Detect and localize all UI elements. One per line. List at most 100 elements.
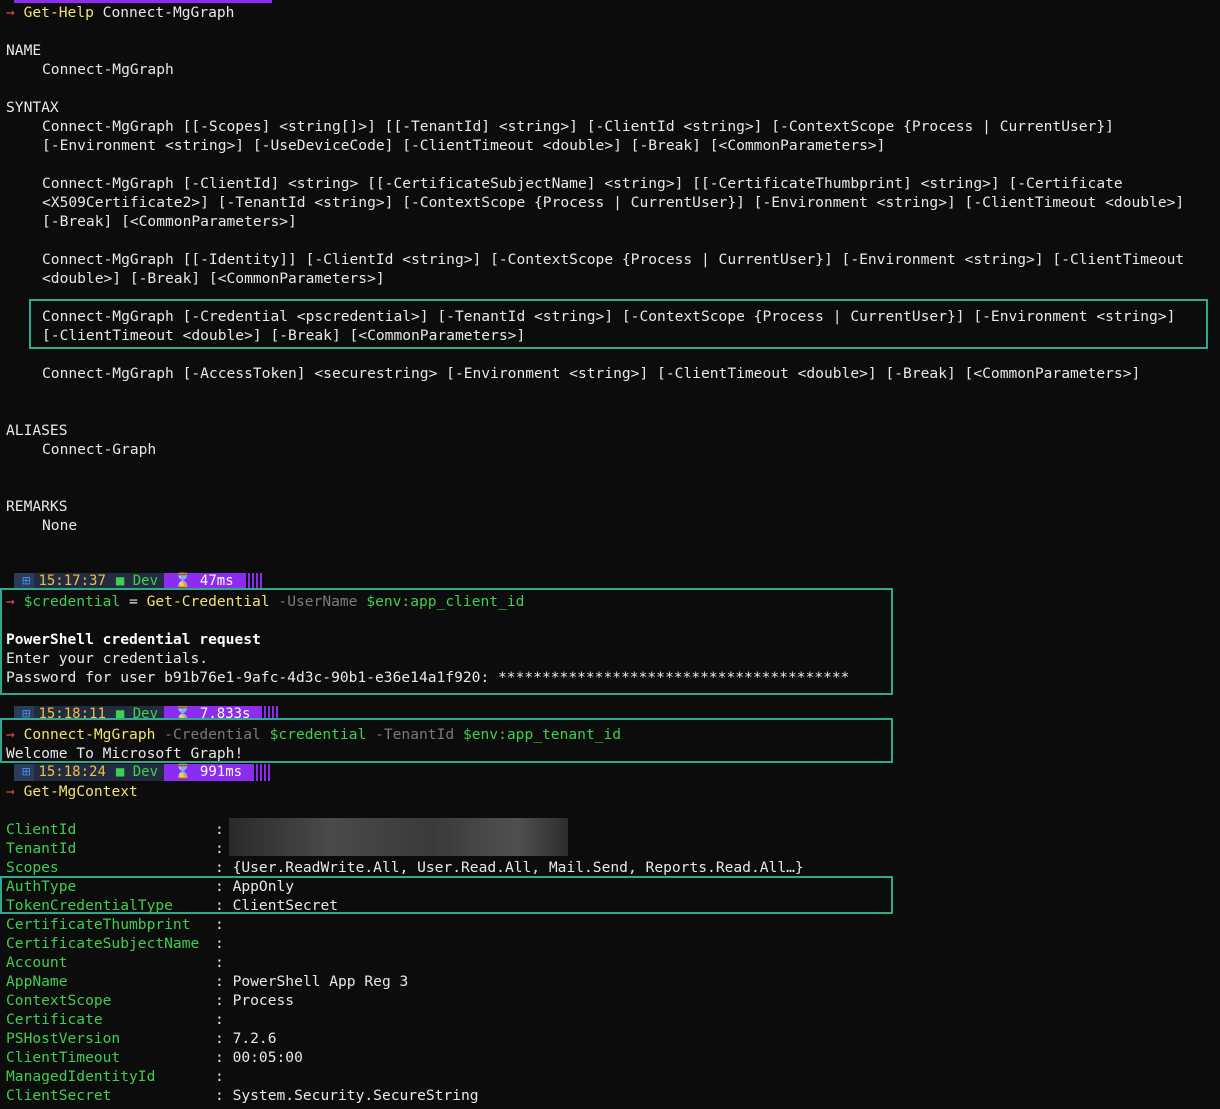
cmdlet-name: Get-Help <box>23 4 94 21</box>
prompt-time: 15:18:24 <box>34 764 114 781</box>
prompt-directory: ■ Dev <box>113 764 165 781</box>
credential-request-title: PowerShell credential request <box>6 631 261 648</box>
context-key: Certificate <box>6 1011 103 1028</box>
prompt-duration-value: 991ms <box>199 764 243 780</box>
prompt-arrow: → <box>6 593 15 610</box>
welcome-message: Welcome To Microsoft Graph! <box>6 745 244 762</box>
context-row: ManagedIdentityId: <box>6 1067 233 1086</box>
windows-icon: ⊞ <box>14 764 35 781</box>
context-key: ClientId <box>6 821 77 838</box>
context-key: ContextScope <box>6 992 112 1009</box>
context-separator: : <box>215 1087 233 1104</box>
help-name-value: Connect-MgGraph <box>42 61 174 78</box>
folder-icon: ■ <box>115 573 133 589</box>
context-separator: : <box>215 935 233 952</box>
help-name-header: NAME <box>6 42 42 59</box>
prompt-status-bar: ⊞ 15:18:24 ■ Dev ⌛ 991ms <box>14 764 271 781</box>
context-separator: : <box>215 973 233 990</box>
context-key: Scopes <box>6 859 59 876</box>
prompt-arrow: → <box>6 783 15 800</box>
parameter-name: -Credential <box>155 726 270 743</box>
context-separator: : <box>215 878 233 895</box>
hourglass-icon: ⌛ <box>174 573 200 589</box>
context-separator: : <box>215 897 233 914</box>
context-row: Account: <box>6 953 233 972</box>
context-key: Account <box>6 954 68 971</box>
context-row: ClientId: <box>6 820 233 839</box>
cmdlet-name: Connect-MgGraph <box>23 726 156 743</box>
prompt-duration-value: 47ms <box>199 573 234 589</box>
context-row: AuthType: AppOnly <box>6 877 294 896</box>
context-value: 00:05:00 <box>232 1049 303 1066</box>
parameter-value: $env:app_tenant_id <box>462 726 622 743</box>
context-separator: : <box>215 954 233 971</box>
context-row: CertificateSubjectName: <box>6 934 233 953</box>
context-separator: : <box>215 1011 233 1028</box>
prompt-directory-name: Dev <box>132 764 159 780</box>
context-key: TokenCredentialType <box>6 897 173 914</box>
context-row: ContextScope: Process <box>6 991 294 1010</box>
command-line-get-mgcontext: → Get-MgContext <box>6 782 138 801</box>
folder-icon: ■ <box>115 764 133 780</box>
context-key: TenantId <box>6 840 77 857</box>
context-key: ClientSecret <box>6 1087 112 1104</box>
variable-name: $credential <box>23 593 121 610</box>
context-value: AppOnly <box>232 878 295 895</box>
context-separator: : <box>215 916 233 933</box>
prompt-arrow: → <box>6 726 15 743</box>
parameter-name: -UserName <box>269 593 367 610</box>
context-row: CertificateThumbprint: <box>6 915 233 934</box>
help-aliases-header: ALIASES <box>6 422 68 439</box>
context-value: PowerShell App Reg 3 <box>232 973 409 990</box>
syntax-line: [-Environment <string>] [-UseDeviceCode]… <box>42 137 886 154</box>
context-key: AuthType <box>6 878 77 895</box>
syntax-line: [-Break] [<CommonParameters>] <box>42 213 297 230</box>
syntax-line: Connect-MgGraph [[-Scopes] <string[]>] [… <box>42 118 1114 135</box>
help-aliases-value: Connect-Graph <box>42 441 157 458</box>
context-value: 7.2.6 <box>232 1030 277 1047</box>
context-separator: : <box>215 1030 233 1047</box>
hourglass-icon: ⌛ <box>174 764 200 780</box>
syntax-line-credential: [-ClientTimeout <double>] [-Break] [<Com… <box>42 327 526 344</box>
syntax-line: <double>] [-Break] [<CommonParameters>] <box>42 270 385 287</box>
syntax-line-credential: Connect-MgGraph [-Credential <pscredenti… <box>42 308 1176 325</box>
parameter-name: -TenantId <box>366 726 463 743</box>
context-row: PSHostVersion: 7.2.6 <box>6 1029 277 1048</box>
help-remarks-value: None <box>42 517 78 534</box>
context-separator: : <box>215 859 233 876</box>
cmdlet-name: Get-MgContext <box>23 783 138 800</box>
context-key: PSHostVersion <box>6 1030 121 1047</box>
parameter-value: $env:app_client_id <box>366 593 525 610</box>
context-value: ClientSecret <box>232 897 339 914</box>
cmdlet-argument: Connect-MgGraph <box>93 4 235 21</box>
command-line-get-credential: → $credential = Get-Credential -UserName… <box>6 592 524 611</box>
prompt-duration: ⌛ 991ms <box>164 764 253 781</box>
help-remarks-header: REMARKS <box>6 498 68 515</box>
context-separator: : <box>215 992 233 1009</box>
parameter-value: $credential <box>269 726 367 743</box>
context-row: TenantId: <box>6 839 233 858</box>
context-value: {User.ReadWrite.All, User.Read.All, Mail… <box>232 859 804 876</box>
context-key: CertificateThumbprint <box>6 916 191 933</box>
prompt-bar-tail <box>252 764 271 781</box>
context-key: CertificateSubjectName <box>6 935 200 952</box>
credential-request-prompt: Enter your credentials. <box>6 650 209 667</box>
context-row: TokenCredentialType: ClientSecret <box>6 896 338 915</box>
context-row: Certificate: <box>6 1010 233 1029</box>
context-row: ClientSecret: System.Security.SecureStri… <box>6 1086 479 1105</box>
context-key: AppName <box>6 973 68 990</box>
redacted-ids-blur <box>229 818 568 856</box>
assignment-operator: = <box>120 593 147 610</box>
context-value: Process <box>232 992 295 1009</box>
context-row: Scopes: {User.ReadWrite.All, User.Read.A… <box>6 858 804 877</box>
syntax-line: Connect-MgGraph [-ClientId] <string> [[-… <box>42 175 1123 192</box>
command-line-get-help: → Get-Help Connect-MgGraph <box>6 3 234 22</box>
help-syntax-header: SYNTAX <box>6 99 59 116</box>
syntax-line: Connect-MgGraph [-AccessToken] <securest… <box>42 365 1141 382</box>
context-key: ClientTimeout <box>6 1049 121 1066</box>
syntax-line: Connect-MgGraph [[-Identity]] [-ClientId… <box>42 251 1185 268</box>
cmdlet-name: Get-Credential <box>146 593 270 610</box>
prompt-directory-name: Dev <box>132 573 159 589</box>
credential-password-line: Password for user b91b76e1-9afc-4d3c-90b… <box>6 669 850 686</box>
context-value: System.Security.SecureString <box>232 1087 479 1104</box>
